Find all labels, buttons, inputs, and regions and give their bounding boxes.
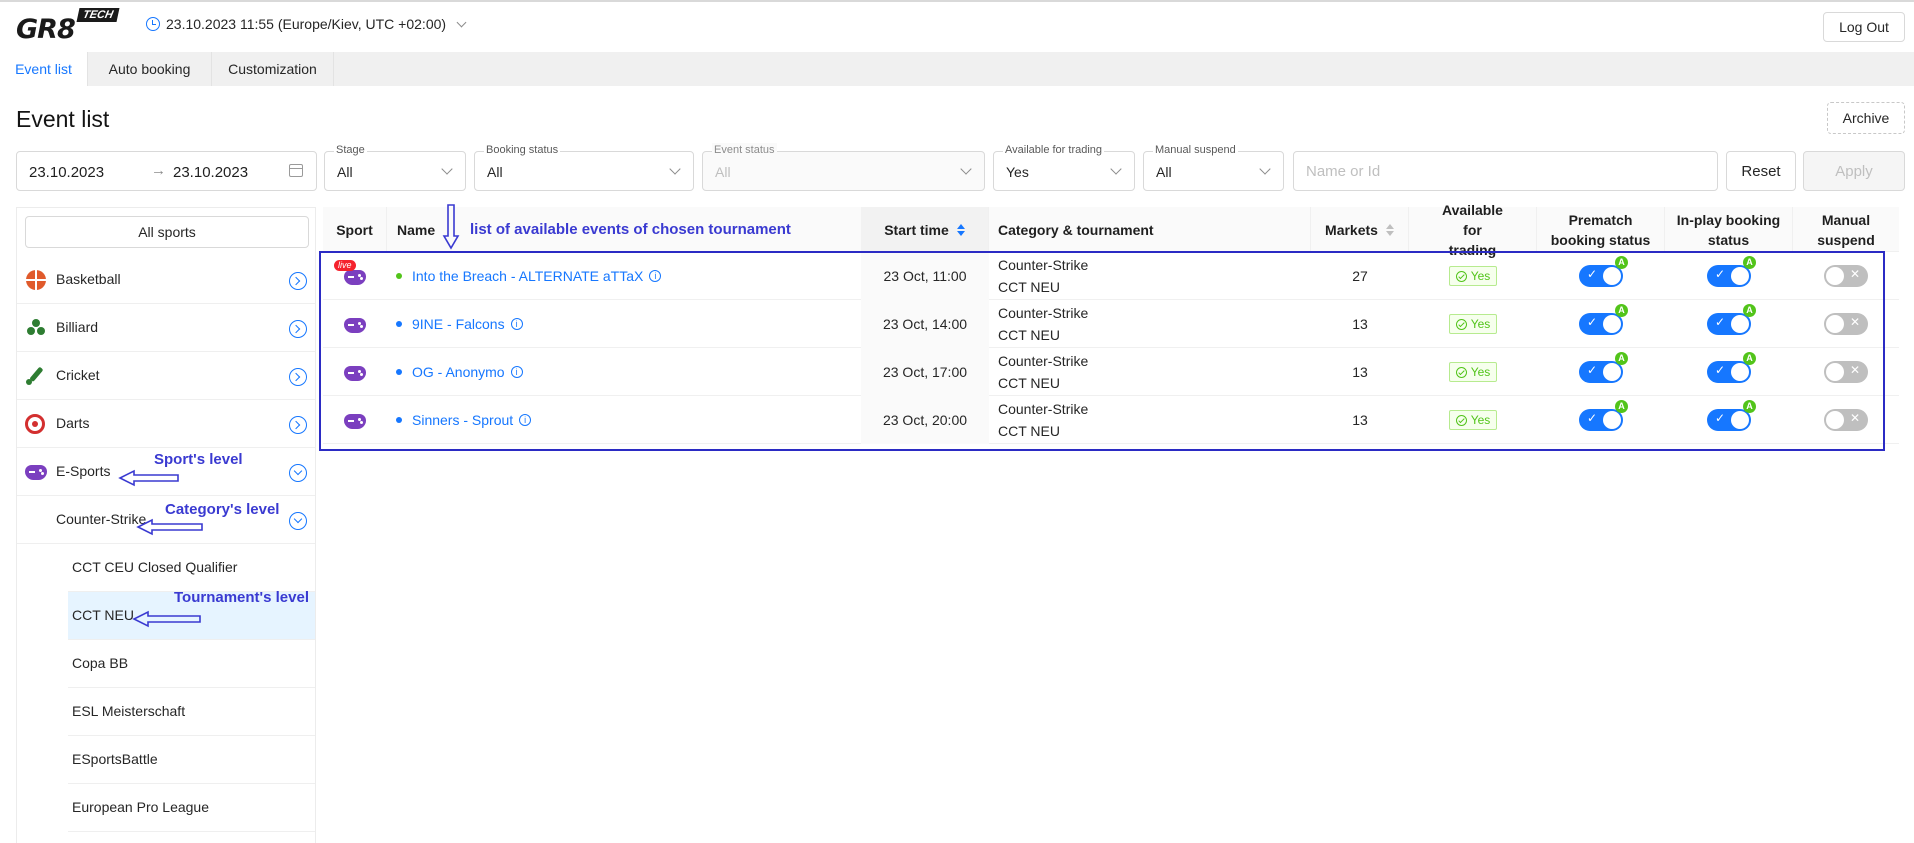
chevron-right-icon[interactable] <box>289 368 307 386</box>
reset-button[interactable]: Reset <box>1726 151 1796 191</box>
chevron-down-icon <box>1110 163 1122 175</box>
darts-icon <box>25 414 47 434</box>
column-header-prematch: Prematch booking status <box>1537 207 1665 252</box>
left-arrow-annotation <box>136 518 203 536</box>
stage-value: All <box>337 164 353 180</box>
sidebar-item-label: Cricket <box>56 367 100 383</box>
column-header-label: Start time <box>884 221 949 238</box>
available-for-trading-label: Available for trading <box>1003 143 1105 157</box>
stage-label: Stage <box>334 143 367 157</box>
sidebar-item-billiard[interactable]: Billiard <box>17 304 315 352</box>
sidebar-item-label: Counter-Strike <box>56 511 147 527</box>
sidebar-tournament-item[interactable]: CCT CEU Closed Qualifier <box>68 544 315 592</box>
column-header-category: Category & tournament <box>989 207 1311 252</box>
sidebar-item-cricket[interactable]: Cricket <box>17 352 315 400</box>
sidebar-tournament-item[interactable]: ESL Meisterschaft <box>68 688 315 736</box>
manual-suspend-label: Manual suspend <box>1153 143 1238 157</box>
event-status-select[interactable]: Event status All <box>702 143 985 191</box>
date-from[interactable]: 23.10.2023 <box>29 164 104 181</box>
chevron-down-icon[interactable] <box>289 464 307 482</box>
gamepad-icon <box>25 462 47 482</box>
sidebar-item-label: CCT CEU Closed Qualifier <box>72 559 238 575</box>
booking-status-select[interactable]: Booking status All <box>474 143 694 191</box>
event-status-label: Event status <box>712 143 777 157</box>
sidebar-item-basketball[interactable]: Basketball <box>17 256 315 304</box>
column-header-markets[interactable]: Markets <box>1311 207 1409 252</box>
billiard-icon <box>25 318 47 338</box>
sidebar-item-label: CCT NEU <box>72 607 134 623</box>
sidebar-item-label: ESL Meisterschaft <box>72 703 186 719</box>
chevron-down-icon <box>441 163 453 175</box>
column-header-manual-suspend: Manual suspend <box>1817 211 1875 248</box>
column-header-available: Available for trading <box>1409 202 1537 258</box>
column-header-start-time[interactable]: Start time <box>861 207 989 252</box>
cricket-icon <box>25 366 47 386</box>
current-datetime: 23.10.2023 11:55 (Europe/Kiev, UTC +02:0… <box>166 16 447 32</box>
tab-bar: Event list Auto booking Customization <box>0 52 1914 86</box>
logo-badge: TECH <box>76 8 120 22</box>
column-header-label: Markets <box>1325 221 1378 238</box>
chevron-down-icon[interactable] <box>289 512 307 530</box>
sidebar-tournament-item[interactable]: ESportsBattle <box>68 736 315 784</box>
chevron-right-icon[interactable] <box>289 416 307 434</box>
logout-button[interactable]: Log Out <box>1823 12 1905 42</box>
event-status-value: All <box>715 164 731 180</box>
down-arrow-annotation <box>442 204 460 250</box>
booking-status-label: Booking status <box>484 143 561 157</box>
manual-suspend-select[interactable]: Manual suspend All <box>1143 143 1284 191</box>
tab-event-list[interactable]: Event list <box>0 52 88 86</box>
sidebar-item-label: Basketball <box>56 271 121 287</box>
sort-icon[interactable] <box>956 223 965 236</box>
chevron-down-icon <box>456 17 467 27</box>
available-for-trading-select[interactable]: Available for trading Yes <box>993 143 1135 191</box>
chevron-right-icon[interactable] <box>289 272 307 290</box>
chevron-down-icon <box>960 163 972 175</box>
annotation-tournament-level: Tournament's level <box>174 589 309 606</box>
archive-button[interactable]: Archive <box>1827 102 1905 134</box>
all-sports-button[interactable]: All sports <box>25 216 309 248</box>
logo-text: GR8 <box>16 14 76 45</box>
booking-status-value: All <box>487 164 503 180</box>
sidebar-tournament-item[interactable]: European Pro League <box>68 784 315 832</box>
calendar-icon <box>289 164 303 177</box>
basketball-icon <box>25 270 47 290</box>
tab-auto-booking[interactable]: Auto booking <box>88 52 212 86</box>
annotation-sport-level: Sport's level <box>154 451 243 468</box>
chevron-down-icon <box>669 163 681 175</box>
sidebar-item-label: E-Sports <box>56 463 111 479</box>
left-arrow-annotation <box>132 610 201 628</box>
available-for-trading-value: Yes <box>1006 164 1029 180</box>
page-title: Event list <box>16 106 110 132</box>
sort-icon[interactable] <box>1385 223 1394 236</box>
manual-suspend-value: All <box>1156 164 1172 180</box>
sidebar-item-darts[interactable]: Darts <box>17 400 315 448</box>
name-or-id-search-input[interactable] <box>1293 151 1718 191</box>
stage-select[interactable]: Stage All <box>324 143 466 191</box>
sidebar-item-label: Billiard <box>56 319 99 335</box>
left-arrow-annotation <box>118 469 179 487</box>
sidebar-item-label: ESportsBattle <box>72 751 158 767</box>
events-highlight-box <box>319 251 1885 451</box>
sidebar-tournament-item[interactable]: Copa BB <box>68 640 315 688</box>
apply-button[interactable]: Apply <box>1803 151 1905 191</box>
date-range-picker[interactable]: 23.10.2023 → 23.10.2023 <box>16 151 317 191</box>
sidebar-item-label: European Pro League <box>72 799 209 815</box>
sidebar-item-label: Copa BB <box>72 655 129 671</box>
tab-customization[interactable]: Customization <box>212 52 334 86</box>
annotation-category-level: Category's level <box>165 501 280 518</box>
timezone-selector[interactable]: 23.10.2023 11:55 (Europe/Kiev, UTC +02:0… <box>146 16 467 32</box>
top-border <box>0 0 1914 2</box>
date-to[interactable]: 23.10.2023 <box>173 164 248 181</box>
chevron-down-icon <box>1259 163 1271 175</box>
column-header-inplay: In-play booking status <box>1665 207 1793 252</box>
chevron-right-icon[interactable] <box>289 320 307 338</box>
sidebar-item-label: Darts <box>56 415 90 431</box>
column-header-sport: Sport <box>323 207 387 252</box>
annotation-list-note: list of available events of chosen tourn… <box>470 221 791 238</box>
arrow-right-icon: → <box>151 162 166 179</box>
clock-icon <box>146 17 160 31</box>
gr8tech-logo: GR8 TECH <box>16 8 126 45</box>
